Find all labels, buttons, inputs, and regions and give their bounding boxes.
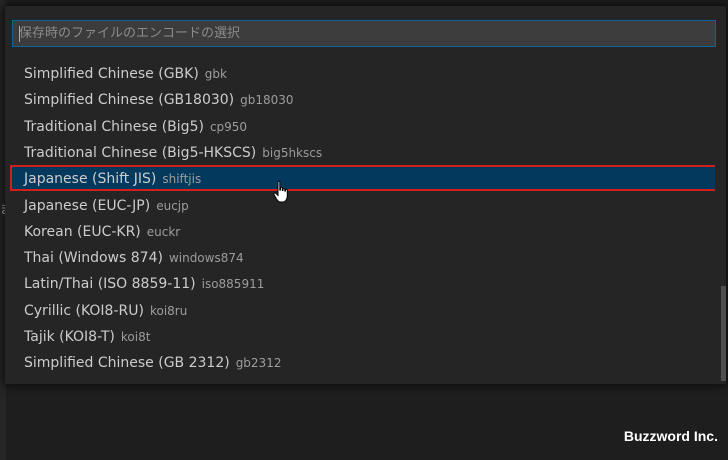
encoding-label: Thai (Windows 874) (24, 250, 163, 267)
encoding-quick-pick: Simplified Chinese (GBK)gbkSimplified Ch… (5, 6, 726, 384)
list-item[interactable]: Japanese (EUC-JP) eucjp (5, 192, 715, 218)
encoding-label: Japanese (EUC-JP) (24, 197, 151, 214)
quick-pick-input-box[interactable] (12, 20, 716, 47)
encoding-id: big5hkscs (262, 145, 323, 160)
encoding-id: gb2312 (235, 356, 282, 371)
encoding-label: Tajik (KOI8-T) (24, 329, 115, 345)
list-item[interactable]: Traditional Chinese (Big5-HKSCS) big5hksc… (5, 139, 715, 165)
encoding-label: Simplified Chinese (GB18030) (24, 92, 235, 109)
list-item[interactable]: Korean (EUC-KR) euckr (5, 218, 715, 244)
encoding-id: euckr (146, 224, 181, 239)
encoding-id: eucjp (156, 198, 189, 213)
encoding-label: Simplified Chinese (GBK) (24, 66, 199, 82)
encoding-id: koi8t (120, 330, 151, 344)
encoding-label: Simplified Chinese (GB 2312) (24, 355, 230, 372)
watermark-text: Buzzword Inc. (623, 428, 718, 444)
list-item[interactable]: Traditional Chinese (Big5) cp950 (5, 113, 715, 139)
list-item-selected[interactable]: Japanese (Shift JIS) shiftjis (10, 165, 715, 192)
list-item[interactable]: Latin/Thai (ISO 8859-11) iso885911 (5, 270, 715, 296)
encoding-label: Traditional Chinese (Big5) (24, 118, 204, 135)
list-item[interactable]: Simplified Chinese (GB18030) gb18030 (5, 86, 715, 112)
list-item[interactable]: Simplified Chinese (GBK) gbk (5, 60, 715, 86)
encoding-filter-input[interactable] (13, 21, 715, 46)
encoding-label: Japanese (Shift JIS) (24, 171, 157, 188)
encoding-label: Traditional Chinese (Big5-HKSCS) (24, 144, 257, 161)
encoding-id: gb18030 (240, 93, 294, 108)
encoding-label: Cyrillic (KOI8-RU) (24, 302, 144, 319)
encoding-id: iso885911 (201, 277, 265, 292)
encoding-label: Latin/Thai (ISO 8859-11) (24, 276, 196, 293)
encoding-label: Korean (EUC-KR) (24, 223, 141, 240)
encoding-id: shiftjis (162, 172, 202, 187)
hand-pointer-icon (273, 180, 288, 203)
list-item[interactable]: Thai (Windows 874) windows874 (5, 244, 715, 270)
list-scrollbar[interactable] (721, 286, 726, 381)
encoding-list: Simplified Chinese (GBK) gbk Simplified Ch… (5, 60, 715, 384)
encoding-id: koi8ru (149, 303, 188, 318)
text-caret (19, 26, 20, 42)
list-item[interactable]: Simplified Chinese (GB 2312) gb2312 (5, 349, 715, 375)
list-item[interactable]: Tajik (KOI8-T) koi8t (5, 323, 715, 349)
encoding-id: gbk (204, 67, 227, 81)
list-item[interactable]: Cyrillic (KOI8-RU) koi8ru (5, 297, 715, 323)
encoding-id: windows874 (168, 251, 244, 266)
encoding-id: cp950 (209, 119, 248, 134)
